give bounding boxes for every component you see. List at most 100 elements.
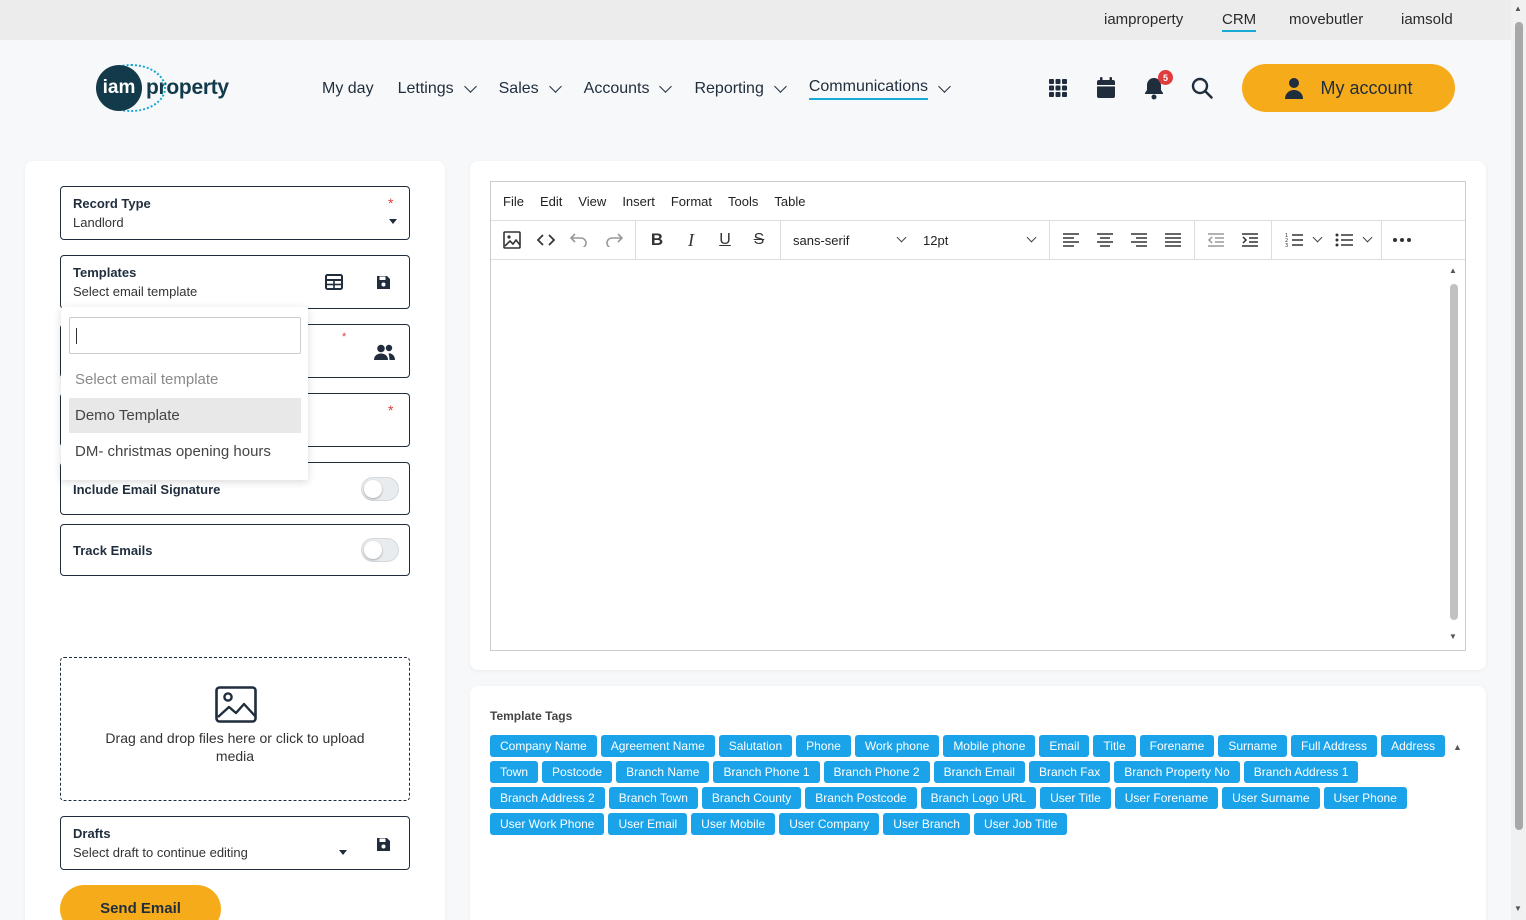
menu-tools[interactable]: Tools bbox=[728, 194, 758, 209]
bold-icon[interactable]: B bbox=[646, 230, 668, 250]
nav-item-reporting[interactable]: Reporting bbox=[694, 78, 787, 100]
source-code-icon[interactable] bbox=[535, 230, 557, 250]
template-tag[interactable]: Salutation bbox=[718, 735, 793, 757]
template-tag[interactable]: Branch Address 2 bbox=[490, 787, 605, 809]
scroll-down-arrow-icon[interactable]: ▼ bbox=[1514, 904, 1522, 913]
template-tag[interactable]: User Phone bbox=[1323, 787, 1407, 809]
editor-scrollbar[interactable]: ▲ ▼ bbox=[1449, 264, 1459, 648]
scroll-up-arrow-icon[interactable]: ▲ bbox=[1514, 4, 1522, 13]
template-tag[interactable]: Agreement Name bbox=[600, 735, 715, 757]
template-tag[interactable]: Work phone bbox=[854, 735, 940, 757]
bullet-list-icon[interactable] bbox=[1333, 230, 1355, 250]
calendar-icon[interactable] bbox=[1094, 76, 1118, 100]
page-scrollbar[interactable]: ▲ ▼ bbox=[1511, 0, 1526, 920]
template-tag[interactable]: User Company bbox=[779, 813, 880, 835]
record-type-select[interactable]: Record Type Landlord * bbox=[60, 186, 410, 240]
menu-table[interactable]: Table bbox=[774, 194, 805, 209]
template-tag[interactable]: Branch Property No bbox=[1114, 761, 1240, 783]
template-option-demo[interactable]: Demo Template bbox=[69, 398, 301, 433]
send-email-button[interactable]: Send Email bbox=[60, 885, 221, 920]
templates-select[interactable]: Templates Select email template bbox=[60, 255, 410, 309]
topbar-link-iamproperty[interactable]: iamproperty bbox=[1104, 11, 1183, 28]
track-emails-toggle[interactable] bbox=[361, 538, 399, 562]
template-tag[interactable]: User Mobile bbox=[691, 813, 776, 835]
nav-item-communications[interactable]: Communications bbox=[808, 78, 951, 100]
template-tag[interactable]: Postcode bbox=[542, 761, 613, 783]
outdent-icon[interactable] bbox=[1205, 230, 1227, 250]
nav-item-my-day[interactable]: My day bbox=[322, 78, 374, 100]
template-tag[interactable]: User Work Phone bbox=[490, 813, 605, 835]
template-tag[interactable]: Branch Logo URL bbox=[920, 787, 1037, 809]
template-search-input[interactable] bbox=[69, 317, 301, 354]
template-tag[interactable]: Branch Email bbox=[933, 761, 1025, 783]
topbar-link-movebutler[interactable]: movebutler bbox=[1289, 11, 1363, 28]
template-tag[interactable]: Branch County bbox=[701, 787, 802, 809]
page-scrollbar-thumb[interactable] bbox=[1515, 22, 1523, 830]
template-tag[interactable]: Mobile phone bbox=[943, 735, 1036, 757]
template-tag[interactable]: Email bbox=[1039, 735, 1090, 757]
brand-logo[interactable]: iam property bbox=[96, 64, 229, 112]
align-justify-icon[interactable] bbox=[1162, 230, 1184, 250]
upload-dropzone[interactable]: Drag and drop files here or click to upl… bbox=[60, 657, 410, 801]
nav-item-accounts[interactable]: Accounts bbox=[584, 78, 673, 100]
template-tag[interactable]: Surname bbox=[1218, 735, 1288, 757]
more-options-icon[interactable] bbox=[1391, 230, 1413, 250]
nav-item-sales[interactable]: Sales bbox=[499, 78, 562, 100]
underline-icon[interactable]: U bbox=[714, 230, 736, 250]
template-tag[interactable]: Town bbox=[490, 761, 539, 783]
undo-icon[interactable] bbox=[568, 230, 590, 250]
template-option-placeholder[interactable]: Select email template bbox=[69, 362, 301, 397]
email-signature-toggle[interactable] bbox=[361, 477, 399, 501]
editor-scrollbar-thumb[interactable] bbox=[1450, 284, 1458, 620]
redo-icon[interactable] bbox=[603, 230, 625, 250]
template-tag[interactable]: Title bbox=[1093, 735, 1136, 757]
align-center-icon[interactable] bbox=[1094, 230, 1116, 250]
menu-insert[interactable]: Insert bbox=[622, 194, 655, 209]
search-icon[interactable] bbox=[1190, 76, 1214, 100]
template-tag[interactable]: Branch Postcode bbox=[805, 787, 917, 809]
font-family-select[interactable]: sans-serif bbox=[793, 233, 849, 248]
italic-icon[interactable]: I bbox=[680, 230, 702, 250]
template-tag[interactable]: Phone bbox=[796, 735, 851, 757]
save-icon[interactable] bbox=[376, 837, 391, 857]
topbar-link-crm[interactable]: CRM bbox=[1222, 11, 1257, 32]
template-tag[interactable]: User Email bbox=[608, 813, 688, 835]
template-tag[interactable]: Branch Phone 1 bbox=[713, 761, 820, 783]
topbar-link-iamsold[interactable]: iamsold bbox=[1401, 11, 1453, 28]
nav-item-lettings[interactable]: Lettings bbox=[398, 78, 477, 100]
save-icon[interactable] bbox=[376, 275, 391, 295]
align-right-icon[interactable] bbox=[1128, 230, 1150, 250]
template-tag[interactable]: Forename bbox=[1139, 735, 1215, 757]
numbered-list-icon[interactable]: 123 bbox=[1283, 230, 1305, 250]
template-option-christmas[interactable]: DM- christmas opening hours bbox=[69, 434, 301, 469]
template-tag[interactable]: Branch Address 1 bbox=[1243, 761, 1359, 783]
template-tag[interactable]: Branch Town bbox=[608, 787, 698, 809]
bell-icon[interactable]: 5 bbox=[1142, 70, 1173, 100]
template-tag[interactable]: Company Name bbox=[490, 735, 597, 757]
menu-file[interactable]: File bbox=[503, 194, 524, 209]
template-tag[interactable]: User Branch bbox=[883, 813, 970, 835]
menu-format[interactable]: Format bbox=[671, 194, 712, 209]
table-icon[interactable] bbox=[325, 274, 343, 295]
menu-edit[interactable]: Edit bbox=[540, 194, 562, 209]
drafts-select[interactable]: Drafts Select draft to continue editing bbox=[60, 816, 410, 870]
template-tag[interactable]: User Forename bbox=[1114, 787, 1219, 809]
font-size-select[interactable]: 12pt bbox=[923, 233, 948, 248]
users-icon[interactable] bbox=[374, 344, 395, 365]
insert-image-icon[interactable] bbox=[501, 230, 523, 250]
indent-icon[interactable] bbox=[1239, 230, 1261, 250]
template-tag[interactable]: User Job Title bbox=[973, 813, 1068, 835]
template-tag[interactable]: Branch Phone 2 bbox=[823, 761, 930, 783]
template-tag[interactable]: Branch Fax bbox=[1028, 761, 1111, 783]
grid-icon[interactable] bbox=[1046, 76, 1070, 100]
template-tag[interactable]: Address bbox=[1381, 735, 1446, 757]
template-tag[interactable]: User Title bbox=[1040, 787, 1111, 809]
align-left-icon[interactable] bbox=[1060, 230, 1082, 250]
my-account-button[interactable]: My account bbox=[1242, 64, 1455, 112]
scroll-up-arrow-icon[interactable]: ▲ bbox=[1453, 742, 1462, 752]
template-tag[interactable]: Branch Name bbox=[616, 761, 710, 783]
template-tag[interactable]: Full Address bbox=[1291, 735, 1378, 757]
chevron-down-icon[interactable] bbox=[1312, 232, 1323, 243]
chevron-down-icon[interactable] bbox=[1362, 232, 1373, 243]
scroll-down-arrow-icon[interactable]: ▼ bbox=[1449, 632, 1457, 641]
